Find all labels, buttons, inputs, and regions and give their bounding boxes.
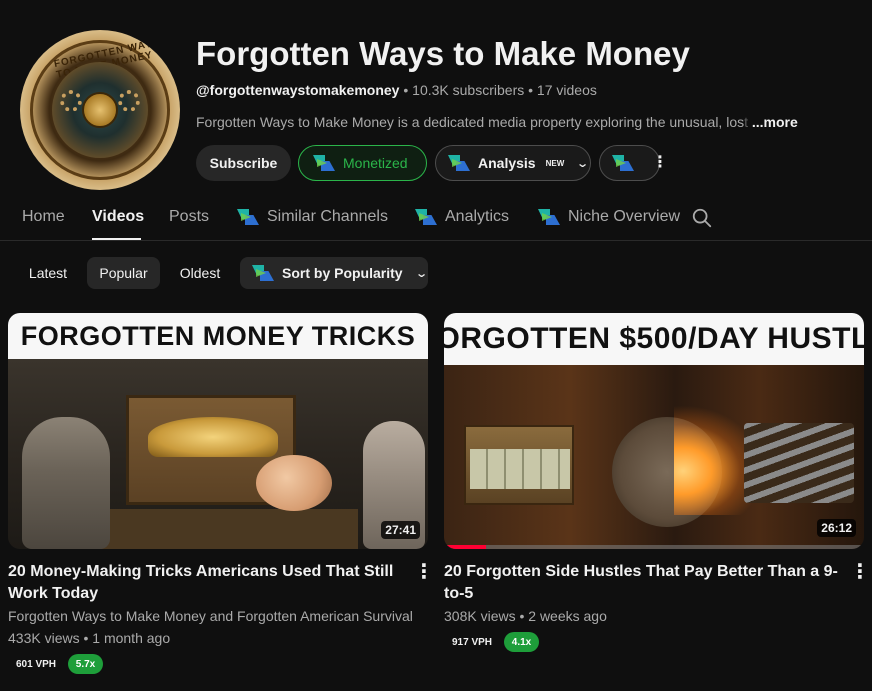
video-thumbnail[interactable]: FORGOTTEN $500/DAY HUSTLE 26:12 — [444, 313, 864, 549]
watch-progress-bar — [444, 545, 864, 549]
sort-by-popularity-dropdown[interactable]: Sort by Popularity ⌄ — [240, 257, 428, 289]
more-vertical-icon[interactable]: ⋮ — [414, 562, 434, 582]
tab-similar-channels[interactable]: Similar Channels — [237, 208, 388, 226]
monetized-label: Monetized — [343, 155, 408, 171]
nexlev-logo-icon — [612, 155, 634, 171]
more-link[interactable]: ...more — [752, 114, 798, 130]
chip-oldest[interactable]: Oldest — [170, 257, 230, 289]
coin-icon — [82, 92, 118, 128]
video-title[interactable]: 20 Forgotten Side Hustles That Pay Bette… — [444, 561, 842, 605]
channel-meta: @forgottenwaystomakemoney • 10.3K subscr… — [196, 82, 597, 98]
description-text: Forgotten Ways to Make Money is a dedica… — [196, 114, 745, 130]
tab-posts[interactable]: Posts — [169, 208, 209, 226]
subscribe-button[interactable]: Subscribe — [196, 145, 291, 181]
analysis-label: Analysis — [478, 155, 536, 171]
outlier-multiplier-badge: 5.7x — [68, 654, 103, 674]
video-title[interactable]: 20 Money-Making Tricks Americans Used Th… — [8, 561, 398, 605]
description-fade: t — [744, 114, 748, 130]
new-badge: NEW — [545, 158, 565, 168]
nexlev-logo-icon — [415, 209, 437, 225]
chevron-down-icon: ⌄ — [414, 267, 428, 280]
gear-icon — [60, 90, 82, 112]
tab-label: Niche Overview — [568, 208, 681, 225]
meta-separator: • — [403, 82, 413, 98]
tab-label: Analytics — [445, 208, 510, 225]
tab-home[interactable]: Home — [22, 208, 65, 226]
subscriber-count: 10.3K subscribers — [412, 82, 525, 98]
watch-progress-fill — [444, 545, 486, 549]
tab-videos[interactable]: Videos — [92, 208, 144, 226]
chevron-down-icon: ⌄ — [576, 157, 590, 170]
more-vertical-icon[interactable]: ⋮ — [850, 562, 870, 582]
video-stats: 433K views • 1 month ago — [8, 630, 171, 646]
thumbnail-image — [8, 359, 428, 549]
nexlev-logo-icon — [237, 209, 259, 225]
nexlev-logo-icon — [538, 209, 560, 225]
video-duration: 27:41 — [381, 521, 420, 539]
thumbnail-image — [444, 365, 864, 549]
analysis-button[interactable]: Analysis NEW ⌄ — [435, 145, 591, 181]
chip-popular[interactable]: Popular — [87, 257, 160, 289]
meta-separator: • — [528, 82, 537, 98]
tab-niche-overview[interactable]: Niche Overview — [538, 208, 680, 226]
sort-label: Sort by Popularity — [282, 265, 403, 281]
monetized-button[interactable]: Monetized — [298, 145, 427, 181]
video-stats: 308K views • 2 weeks ago — [444, 608, 607, 624]
vph-badge: 601 VPH — [16, 659, 57, 670]
search-icon[interactable] — [691, 207, 713, 229]
more-vertical-icon: ⋮ — [652, 154, 668, 171]
nexlev-logo-icon — [448, 155, 470, 171]
gear-icon — [118, 90, 140, 112]
active-tab-indicator — [92, 238, 141, 240]
nexlev-logo-icon — [252, 265, 274, 281]
video-duration: 26:12 — [817, 519, 856, 537]
thumbnail-banner: FORGOTTEN $500/DAY HUSTLE — [444, 313, 864, 365]
chip-latest[interactable]: Latest — [18, 257, 78, 289]
video-thumbnail[interactable]: FORGOTTEN MONEY TRICKS 27:41 — [8, 313, 428, 549]
channel-handle: @forgottenwaystomakemoney — [196, 82, 400, 98]
channel-avatar: FORGOTTEN WAYS TO MAKE MONEY — [20, 30, 180, 190]
tab-label: Similar Channels — [267, 208, 388, 225]
channel-tabs: Home Videos Posts Similar Channels Analy… — [0, 196, 872, 241]
thumbnail-banner: FORGOTTEN MONEY TRICKS — [8, 313, 428, 359]
nexlev-logo-icon — [313, 155, 335, 171]
channel-title: Forgotten Ways to Make Money — [196, 35, 690, 72]
video-count: 17 videos — [536, 82, 597, 98]
vph-badge: 917 VPH — [452, 637, 493, 648]
outlier-multiplier-badge: 4.1x — [504, 632, 539, 652]
tab-analytics[interactable]: Analytics — [415, 208, 509, 226]
video-channel[interactable]: Forgotten Ways to Make Money and Forgott… — [8, 608, 413, 624]
nexlev-more-button[interactable]: ⋮ — [599, 145, 668, 181]
channel-description[interactable]: Forgotten Ways to Make Money is a dedica… — [196, 114, 798, 130]
